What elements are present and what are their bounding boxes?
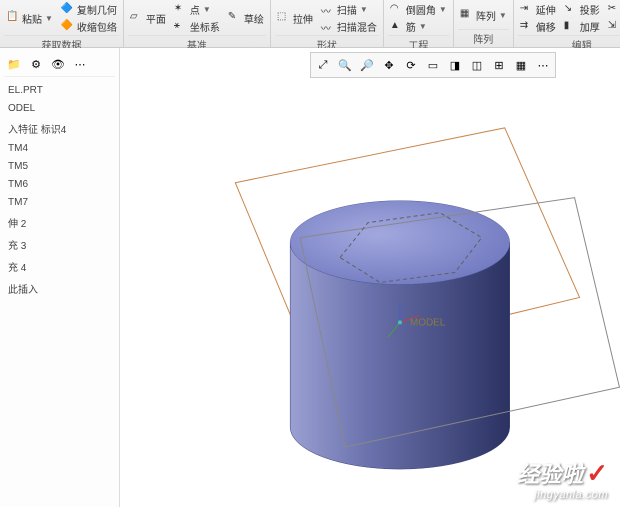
ribbon-group-shape: ⬚拉伸 〰扫描▼ 〰扫描混合 形状 [271, 0, 384, 47]
copy-geometry-button[interactable]: 🔷复制几何 [59, 1, 119, 18]
watermark-url: jingyanla.com [517, 489, 608, 501]
tree-item[interactable]: ODEL [4, 101, 115, 116]
ribbon-group-label: 阵列 [458, 29, 509, 46]
rotate-button[interactable]: ⟳ [401, 55, 421, 75]
tree-item[interactable]: 伸 2 [4, 213, 115, 232]
view-toolbar: ⤢ 🔍 🔎 ✥ ⟳ ▭ ◨ ◫ ⊞ ▦ ⋯ [310, 52, 556, 78]
paste-button[interactable]: 📋粘贴▼ [4, 10, 55, 27]
offset-button[interactable]: ⇉偏移 [518, 18, 558, 35]
tree-show-button[interactable]: 👁 [50, 56, 66, 72]
extend2-button[interactable]: ⇲延伸 [606, 18, 620, 35]
offset-icon: ⇉ [520, 20, 534, 34]
ribbon-group-edit: ⇥延伸 ⇉偏移 ↘投影 ▮加厚 ✂修剪 ⇲延伸 编辑 [514, 0, 620, 47]
project-icon: ↘ [564, 3, 578, 17]
display-style-button[interactable]: ◫ [467, 55, 487, 75]
origin-label: MODEL [410, 317, 446, 328]
sweep-button[interactable]: 〰扫描▼ [319, 1, 379, 18]
point-icon: ✶ [174, 3, 188, 17]
watermark-text: 经验啦 [517, 462, 583, 487]
trim-icon: ✂ [608, 3, 620, 17]
tree-item[interactable]: TM4 [4, 141, 115, 156]
tree-item[interactable]: 入特征 标识4 [4, 119, 115, 138]
csys-button[interactable]: ⚹坐标系 [172, 18, 222, 35]
ribbon-group-data: 📋粘贴▼ 🔷复制几何 🔶收缩包络 获取数据 [0, 0, 124, 47]
main-area: 📁 ⚙ 👁 ⋯ EL.PRT ODEL 入特征 标识4 TM4 TM5 TM6 … [0, 48, 620, 507]
model-view: MODEL [120, 48, 620, 507]
trim-button[interactable]: ✂修剪 [606, 1, 620, 18]
model-tree-panel: 📁 ⚙ 👁 ⋯ EL.PRT ODEL 入特征 标识4 TM4 TM5 TM6 … [0, 48, 120, 507]
copy-geom-icon: 🔷 [61, 3, 75, 17]
sweepblend-icon: 〰 [321, 20, 335, 34]
extend-icon: ⇥ [520, 3, 534, 17]
shrink-icon: 🔶 [61, 20, 75, 34]
more-view-button[interactable]: ⋯ [533, 55, 553, 75]
annotation-button[interactable]: ⊞ [489, 55, 509, 75]
plane-button[interactable]: ▱平面 [128, 10, 168, 27]
refit-button[interactable]: ⤢ [313, 55, 333, 75]
chevron-down-icon: ▼ [45, 14, 53, 23]
sweep-icon: 〰 [321, 3, 335, 17]
shrink-wrap-button[interactable]: 🔶收缩包络 [59, 18, 119, 35]
view-button[interactable]: ▭ [423, 55, 443, 75]
saved-views-button[interactable]: ◨ [445, 55, 465, 75]
watermark: 经验啦 ✓ jingyanla.com [517, 457, 608, 501]
ribbon-group-pattern: ▦阵列▼ 阵列 [454, 0, 514, 47]
pattern-icon: ▦ [460, 8, 474, 22]
tree-item[interactable]: 充 3 [4, 235, 115, 254]
csys-icon: ⚹ [174, 20, 188, 34]
tree-item[interactable]: TM5 [4, 159, 115, 174]
tree-settings-button[interactable]: ⚙ [28, 56, 44, 72]
tree-item[interactable]: 充 4 [4, 257, 115, 276]
ribbon-group-eng: ◠倒圆角▼ ▲筋▼ 工程 [384, 0, 454, 47]
rib-button[interactable]: ▲筋▼ [388, 18, 449, 35]
zoom-out-button[interactable]: 🔎 [357, 55, 377, 75]
sketch-icon: ✎ [228, 11, 242, 25]
perspective-button[interactable]: ▦ [511, 55, 531, 75]
round-icon: ◠ [390, 3, 404, 17]
plane-icon: ▱ [130, 11, 144, 25]
check-icon: ✓ [586, 458, 608, 488]
rib-icon: ▲ [390, 20, 404, 34]
tree-filter-button[interactable]: 📁 [6, 56, 22, 72]
extrude-icon: ⬚ [277, 11, 291, 25]
tree-toolbar: 📁 ⚙ 👁 ⋯ [4, 52, 115, 77]
thicken-icon: ▮ [564, 20, 578, 34]
graphics-canvas[interactable]: MODEL 经验啦 ✓ jingyanla.com [120, 48, 620, 507]
project-button[interactable]: ↘投影 [562, 1, 602, 18]
zoom-in-button[interactable]: 🔍 [335, 55, 355, 75]
model-tree: EL.PRT ODEL 入特征 标识4 TM4 TM5 TM6 TM7 伸 2 … [4, 83, 115, 298]
ext2-icon: ⇲ [608, 20, 620, 34]
round-button[interactable]: ◠倒圆角▼ [388, 1, 449, 18]
pan-button[interactable]: ✥ [379, 55, 399, 75]
extend-button[interactable]: ⇥延伸 [518, 1, 558, 18]
cylinder-top [290, 201, 510, 285]
thicken-button[interactable]: ▮加厚 [562, 18, 602, 35]
tree-item[interactable]: TM6 [4, 177, 115, 192]
extrude-button[interactable]: ⬚拉伸 [275, 10, 315, 27]
ribbon-group-datum: ▱平面 ✶点▼ ⚹坐标系 ✎草绘 基准 [124, 0, 271, 47]
tree-item[interactable]: EL.PRT [4, 83, 115, 98]
ribbon-toolbar: 📋粘贴▼ 🔷复制几何 🔶收缩包络 获取数据 ▱平面 ✶点▼ ⚹坐标系 ✎草绘 基… [0, 0, 620, 48]
tree-search-button[interactable]: ⋯ [72, 56, 88, 72]
point-button[interactable]: ✶点▼ [172, 1, 222, 18]
sketch-button[interactable]: ✎草绘 [226, 10, 266, 27]
tree-item[interactable]: 此插入 [4, 279, 115, 298]
pattern-button[interactable]: ▦阵列▼ [458, 7, 509, 24]
tree-item[interactable]: TM7 [4, 195, 115, 210]
sweep-blend-button[interactable]: 〰扫描混合 [319, 18, 379, 35]
paste-icon: 📋 [6, 11, 20, 25]
